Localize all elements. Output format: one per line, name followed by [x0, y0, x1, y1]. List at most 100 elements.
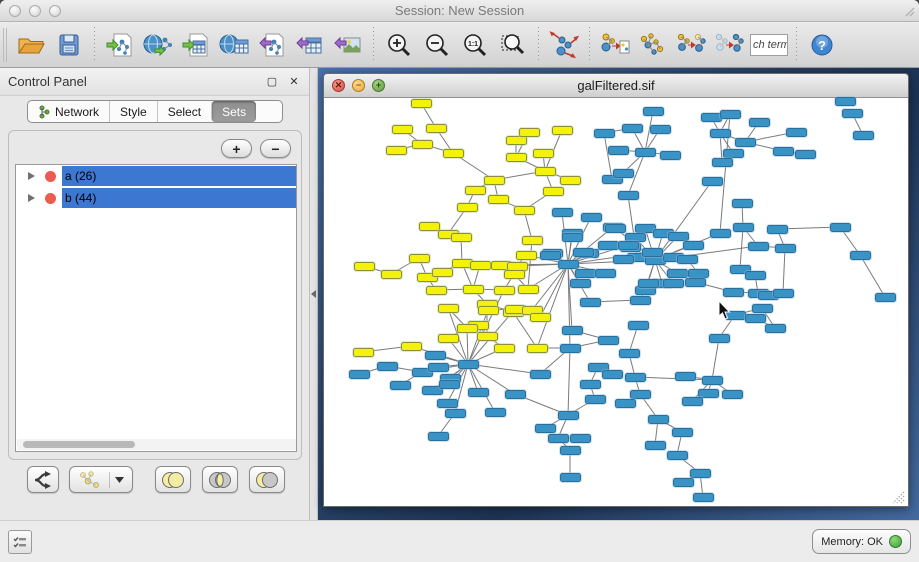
graph-node[interactable] [650, 125, 671, 134]
graph-node[interactable] [494, 344, 515, 353]
graph-node[interactable] [630, 390, 651, 399]
export-network-button[interactable] [255, 28, 289, 62]
graph-node[interactable] [709, 334, 730, 343]
graph-node[interactable] [723, 149, 744, 158]
scrollbar-thumb[interactable] [23, 441, 135, 448]
graph-node[interactable] [722, 390, 743, 399]
graph-node[interactable] [875, 293, 896, 302]
zoom-out-button[interactable] [420, 28, 454, 62]
graph-node[interactable] [392, 125, 413, 134]
graph-node[interactable] [530, 370, 551, 379]
import-network-from-file-button[interactable] [103, 28, 137, 62]
graph-node[interactable] [516, 251, 537, 260]
graph-node[interactable] [485, 408, 506, 417]
graph-node[interactable] [682, 397, 703, 406]
graph-node[interactable] [733, 223, 754, 232]
graph-node[interactable] [419, 222, 440, 231]
graph-node[interactable] [618, 241, 639, 250]
graph-node[interactable] [478, 306, 499, 315]
collapse-panel-icon[interactable] [311, 290, 316, 298]
graph-node[interactable] [748, 242, 769, 251]
graph-node[interactable] [830, 223, 851, 232]
zoom-actual-size-button[interactable]: 1:1 [458, 28, 492, 62]
set-label[interactable]: b (44) [62, 188, 296, 208]
graph-node[interactable] [530, 313, 551, 322]
graph-node[interactable] [622, 124, 643, 133]
graph-node[interactable] [619, 349, 640, 358]
memory-status-button[interactable]: Memory: OK [812, 529, 911, 554]
graph-node[interactable] [712, 158, 733, 167]
graph-node[interactable] [693, 493, 714, 502]
apply-preferred-layout-button[interactable] [547, 28, 581, 62]
graph-node[interactable] [543, 187, 564, 196]
graph-node[interactable] [752, 304, 773, 313]
graph-node[interactable] [390, 381, 411, 390]
graph-node[interactable] [535, 167, 556, 176]
graph-node[interactable] [735, 138, 756, 147]
graph-node[interactable] [628, 321, 649, 330]
graph-node[interactable] [518, 285, 539, 294]
graph-node[interactable] [354, 262, 375, 271]
task-history-button[interactable] [8, 530, 32, 554]
graph-node[interactable] [598, 336, 619, 345]
graph-node[interactable] [458, 360, 479, 369]
graph-node[interactable] [443, 149, 464, 158]
graph-node[interactable] [668, 232, 689, 241]
graph-node[interactable] [786, 128, 807, 137]
intersect-sets-button[interactable] [202, 466, 238, 493]
graph-node[interactable] [745, 271, 766, 280]
graph-node[interactable] [660, 151, 681, 160]
graph-node[interactable] [720, 110, 741, 119]
graph-node[interactable] [585, 395, 606, 404]
graph-node[interactable] [505, 390, 526, 399]
network-window-titlebar[interactable]: ✕ − + galFiltered.sif [324, 74, 908, 98]
graph-node[interactable] [723, 288, 744, 297]
split-set-button[interactable] [27, 466, 59, 493]
graph-node[interactable] [635, 148, 656, 157]
graph-node[interactable] [683, 241, 704, 250]
graph-node[interactable] [673, 478, 694, 487]
zoom-selected-region-button[interactable] [496, 28, 530, 62]
graph-node[interactable] [514, 206, 535, 215]
graph-node[interactable] [690, 469, 711, 478]
graph-node[interactable] [504, 270, 525, 279]
graph-node[interactable] [677, 255, 698, 264]
network-window[interactable]: ✕ − + galFiltered.sif [323, 73, 909, 507]
graph-node[interactable] [425, 351, 446, 360]
graph-node[interactable] [465, 186, 486, 195]
difference-sets-button[interactable] [249, 466, 285, 493]
graph-node[interactable] [710, 129, 731, 138]
graph-node[interactable] [506, 136, 527, 145]
graph-node[interactable] [432, 268, 453, 277]
graph-node[interactable] [438, 304, 459, 313]
add-set-button[interactable]: + [221, 139, 252, 158]
tab-network[interactable]: Network [28, 101, 109, 122]
create-set-from-network-button[interactable] [69, 466, 133, 493]
graph-node[interactable] [519, 128, 540, 137]
graph-node[interactable] [438, 334, 459, 343]
graph-node[interactable] [672, 428, 693, 437]
remove-set-button[interactable]: − [260, 139, 291, 158]
network-canvas[interactable] [324, 98, 908, 507]
import-network-from-url-button[interactable] [141, 28, 175, 62]
graph-node[interactable] [580, 380, 601, 389]
graph-node[interactable] [468, 388, 489, 397]
graph-node[interactable] [463, 285, 484, 294]
graph-node[interactable] [853, 131, 874, 140]
graph-node[interactable] [439, 380, 460, 389]
graph-node[interactable] [598, 241, 619, 250]
graph-node[interactable] [558, 411, 579, 420]
graph-node[interactable] [667, 451, 688, 460]
horizontal-scrollbar[interactable] [17, 439, 297, 450]
graph-node[interactable] [401, 342, 422, 351]
graph-node[interactable] [638, 279, 659, 288]
graph-node[interactable] [552, 126, 573, 135]
graph-node[interactable] [426, 124, 447, 133]
graph-node[interactable] [428, 432, 449, 441]
graph-node[interactable] [594, 129, 615, 138]
select-first-neighbors-button[interactable] [636, 28, 670, 62]
tab-sets[interactable]: Sets [211, 101, 256, 122]
graph-node[interactable] [494, 286, 515, 295]
graph-node[interactable] [386, 146, 407, 155]
graph-node[interactable] [488, 195, 509, 204]
